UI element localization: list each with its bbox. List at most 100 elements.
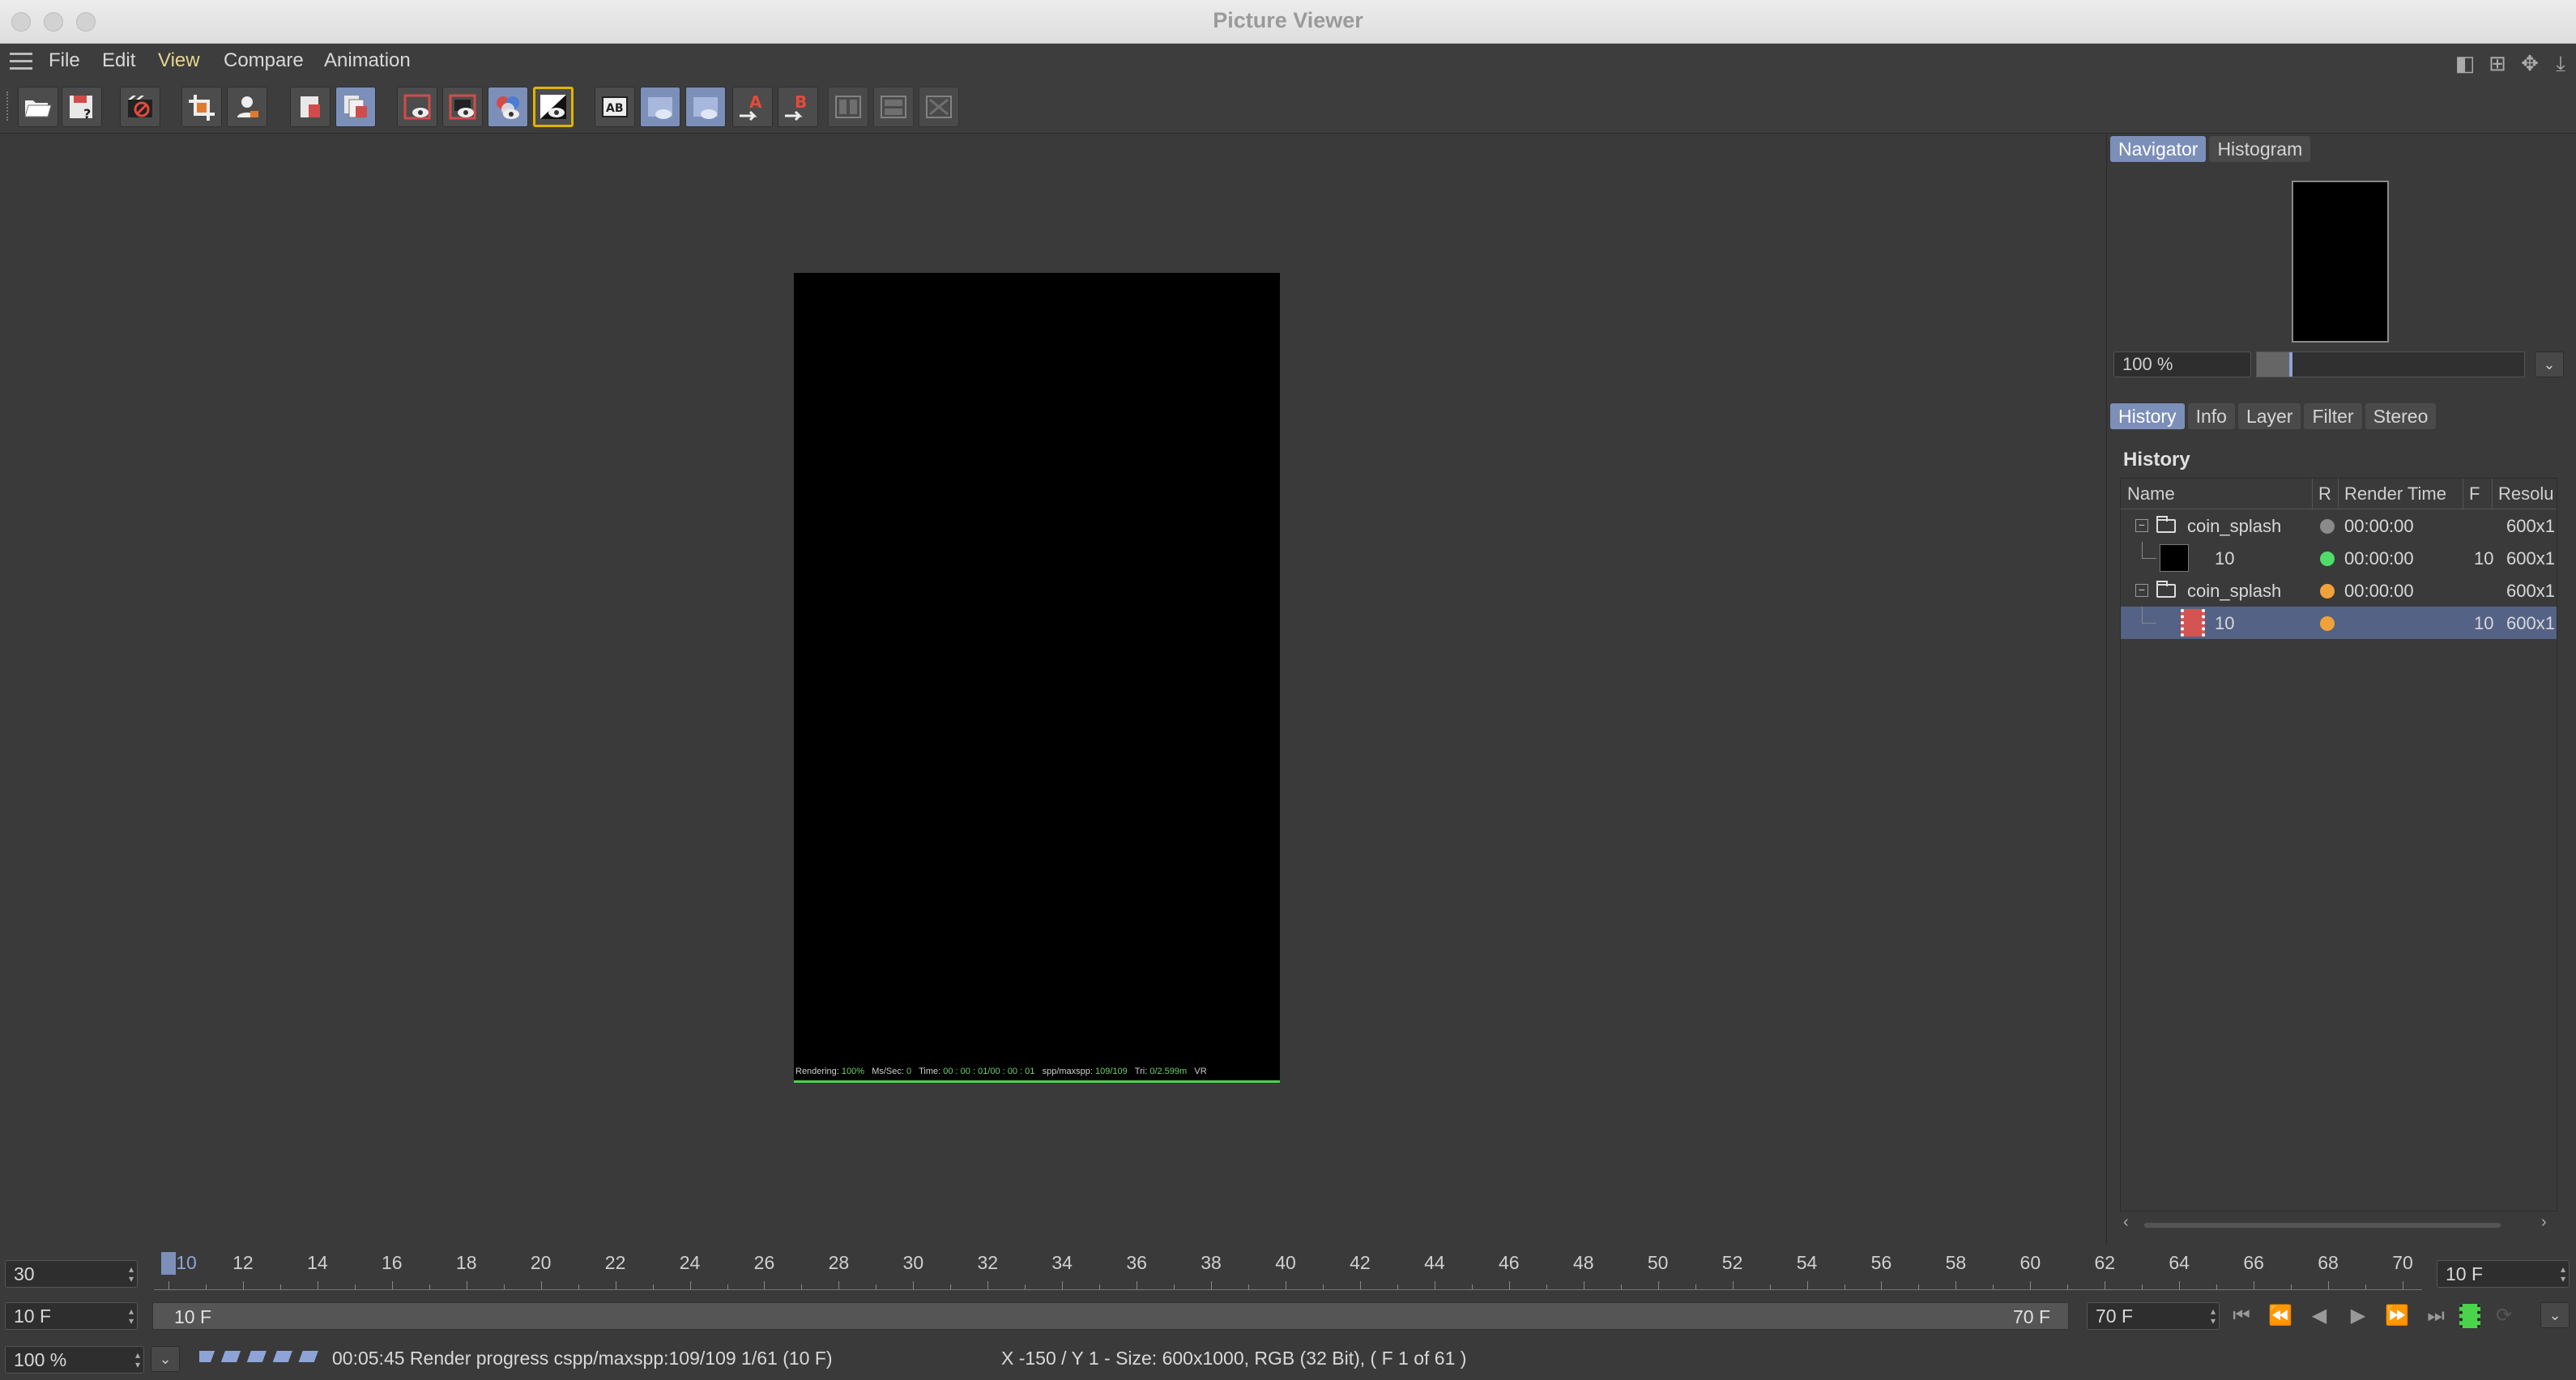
layout-2-icon[interactable] — [873, 87, 914, 127]
collapse-icon[interactable]: − — [2135, 519, 2148, 532]
play-backward-icon[interactable]: ◀ — [2304, 1302, 2335, 1330]
pin-icon[interactable]: ⤓ — [2548, 51, 2573, 75]
navigator-zoom-slider[interactable] — [2256, 351, 2525, 377]
max-frame-field[interactable]: 70 F ▴ ▾ — [2087, 1302, 2220, 1330]
set-a-icon[interactable]: A — [732, 87, 773, 127]
last-frame-icon[interactable]: ⏭ — [2420, 1302, 2451, 1330]
history-row-f: 10 — [2474, 613, 2494, 633]
overlay-spp-value: 109/109 — [1095, 1067, 1128, 1076]
start-frame-field[interactable]: 10 F ▴ ▾ — [5, 1302, 138, 1330]
panel-layout-icon[interactable]: ◧ — [2453, 51, 2477, 75]
history-row-name: 10 — [2215, 613, 2235, 633]
film-strip-icon[interactable] — [2459, 1304, 2480, 1328]
eye-a-icon[interactable] — [397, 87, 437, 127]
history-horizontal-scrollbar[interactable]: ‹ › — [2120, 1213, 2557, 1236]
spinner-icon[interactable]: ▴ ▾ — [129, 1306, 134, 1326]
eye-b-icon[interactable] — [442, 87, 483, 127]
next-frame-icon[interactable]: ⏩ — [2382, 1302, 2412, 1330]
save-icon[interactable]: ? — [62, 87, 102, 127]
col-name[interactable]: Name — [2127, 483, 2175, 505]
tick-label: 28 — [828, 1252, 850, 1273]
end-frame-field[interactable]: 10 F ▴ ▾ — [2437, 1260, 2570, 1288]
timeline-ruler[interactable]: 10 12 14 16 18 20 22 24 26 28 30 32 34 36 38 40 42 44 46 4… — [154, 1252, 2422, 1290]
col-render-time[interactable]: Render Time — [2344, 483, 2446, 505]
tick-label: 24 — [679, 1252, 701, 1273]
layout-1-icon[interactable] — [828, 87, 868, 127]
timeline-options-dropdown[interactable]: ⌄ — [2540, 1302, 2570, 1328]
zoom-slider-thumb[interactable] — [2288, 352, 2292, 377]
tick-label: 14 — [307, 1252, 328, 1273]
ab-compare-icon[interactable] — [640, 87, 680, 127]
tick-label: 38 — [1201, 1252, 1222, 1273]
tab-stereo[interactable]: Stereo — [2365, 403, 2437, 429]
menu-file[interactable]: File — [49, 49, 80, 72]
new-window-icon[interactable]: ⊞ — [2485, 51, 2510, 75]
tick-mark — [838, 1281, 840, 1289]
remove-all-icon[interactable] — [335, 87, 376, 127]
tab-history[interactable]: History — [2110, 403, 2185, 429]
menu-edit[interactable]: Edit — [102, 49, 135, 72]
history-row[interactable]: 10 10 600x1 — [2121, 607, 2557, 639]
status-dot-icon — [2320, 616, 2335, 631]
tab-info[interactable]: Info — [2187, 403, 2235, 429]
tab-histogram[interactable]: Histogram — [2209, 136, 2311, 162]
previous-frame-icon[interactable]: ⏪ — [2265, 1302, 2296, 1330]
open-icon[interactable] — [18, 87, 58, 127]
scroll-left-icon[interactable]: ‹ — [2123, 1213, 2129, 1232]
scrollbar-thumb[interactable] — [2144, 1223, 2501, 1228]
history-header: Name R Render Time F Resolu — [2121, 479, 2557, 509]
collapse-icon[interactable]: − — [2135, 584, 2148, 597]
hamburger-menu-icon[interactable] — [10, 53, 32, 70]
spinner-icon[interactable]: ▴ ▾ — [135, 1350, 140, 1369]
col-f[interactable]: F — [2469, 483, 2480, 505]
navigator-options-dropdown[interactable]: ⌄ — [2535, 351, 2564, 377]
tick-mark — [1881, 1281, 1883, 1289]
navigator-zoom-field[interactable]: 100 % — [2113, 351, 2251, 377]
image-canvas[interactable]: Rendering: 100% Ms/Sec: 0 Time: 00 : 00 … — [0, 134, 2103, 1244]
play-forward-icon[interactable]: ▶ — [2343, 1302, 2373, 1330]
ab-label: AB — [606, 102, 624, 115]
tab-layer[interactable]: Layer — [2237, 403, 2301, 429]
spinner-icon[interactable]: ▴ ▾ — [2211, 1306, 2216, 1326]
window-title: Picture Viewer — [1213, 8, 1363, 32]
playhead[interactable] — [161, 1252, 176, 1275]
frame-range-bar[interactable]: 10 F 70 F — [152, 1302, 2069, 1330]
stop-render-icon[interactable] — [120, 87, 160, 127]
tick-label: 26 — [753, 1252, 775, 1273]
menu-animation[interactable]: Animation — [324, 49, 411, 72]
toolbar-grip[interactable] — [6, 92, 13, 121]
history-row[interactable]: − coin_splash 00:00:00 600x1 — [2121, 509, 2557, 542]
layout-3-icon[interactable] — [919, 87, 959, 127]
history-row[interactable]: − coin_splash 00:00:00 600x1 — [2121, 574, 2557, 607]
ab-icon[interactable]: AB — [595, 87, 635, 127]
status-zoom-dropdown[interactable]: ⌄ — [151, 1346, 180, 1372]
navigator-preview[interactable] — [2292, 181, 2389, 343]
render-image[interactable]: Rendering: 100% Ms/Sec: 0 Time: 00 : 00 … — [794, 273, 1280, 1083]
delete-icon[interactable] — [290, 87, 331, 127]
user-icon[interactable] — [227, 87, 267, 127]
menu-view[interactable]: View — [158, 49, 200, 72]
set-b-icon[interactable]: B — [778, 87, 818, 127]
eye-d-icon[interactable] — [533, 87, 574, 127]
eye-c-icon[interactable] — [488, 87, 528, 127]
tab-navigator[interactable]: Navigator — [2110, 136, 2207, 162]
scroll-right-icon[interactable]: › — [2541, 1213, 2547, 1232]
first-frame-icon[interactable]: ⏮ — [2226, 1302, 2257, 1330]
loop-icon[interactable]: ⟳ — [2489, 1302, 2519, 1330]
tab-filter[interactable]: Filter — [2304, 403, 2362, 429]
history-row[interactable]: 10 00:00:00 10 600x1 — [2121, 542, 2557, 574]
status-bar: 100 % ▴ ▾ ⌄ 00:05:45 Render progress cspp… — [0, 1341, 2576, 1380]
fps-field[interactable]: 30 ▴ ▾ — [5, 1260, 138, 1288]
tick-label: 68 — [2318, 1252, 2339, 1273]
crop-icon[interactable] — [181, 87, 222, 127]
menu-compare[interactable]: Compare — [224, 49, 304, 72]
tick-mark — [2179, 1281, 2181, 1289]
right-panel: Navigator Histogram 100 % ⌄ History Info… — [2106, 134, 2576, 1244]
col-resolution[interactable]: Resolu — [2498, 483, 2553, 505]
spinner-icon[interactable]: ▴ ▾ — [129, 1264, 134, 1284]
spinner-icon[interactable]: ▴ ▾ — [2561, 1264, 2565, 1284]
ab-compare-2-icon[interactable] — [685, 87, 726, 127]
move-icon[interactable]: ✥ — [2518, 51, 2542, 75]
col-r[interactable]: R — [2318, 483, 2331, 505]
status-zoom-field[interactable]: 100 % ▴ ▾ — [5, 1346, 144, 1374]
